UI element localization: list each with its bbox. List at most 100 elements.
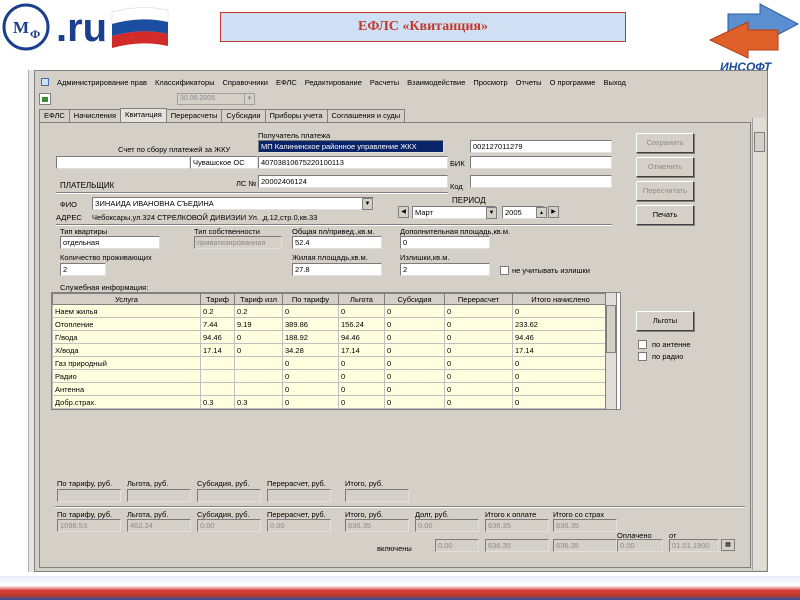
table-row[interactable]: Радио 0 0 0 0 0 <box>52 369 609 383</box>
table-cell[interactable]: 0 <box>338 395 385 409</box>
residents-field[interactable]: 2 <box>60 263 106 276</box>
column-header[interactable]: Перерасчет <box>444 293 513 305</box>
menu-item[interactable]: Редактирование <box>305 78 362 87</box>
table-cell[interactable]: 94.46 <box>338 330 385 344</box>
table-cell[interactable]: 0.3 <box>200 395 235 409</box>
table-cell[interactable]: 0 <box>384 330 445 344</box>
column-header[interactable]: По тарифу <box>282 293 339 305</box>
table-cell[interactable]: 0 <box>512 356 609 370</box>
column-header[interactable]: Итого начислено <box>512 293 609 305</box>
table-cell[interactable]: Добр.страх. <box>52 395 201 409</box>
bank-field[interactable]: Чувашское ОС <box>190 156 258 169</box>
table-cell[interactable]: 0 <box>444 369 513 383</box>
table-cell[interactable]: Газ природный <box>52 356 201 370</box>
table-row[interactable]: Газ природный 0 0 0 0 0 <box>52 356 609 370</box>
included-field[interactable]: 636.35 <box>553 539 617 552</box>
table-row[interactable]: Антенна 0 0 0 0 0 <box>52 382 609 396</box>
table-cell[interactable]: 0 <box>282 304 339 318</box>
total-area-field[interactable]: 52.4 <box>292 236 382 249</box>
totals1-field[interactable] <box>197 489 261 502</box>
chevron-down-icon[interactable]: ▼ <box>244 94 254 104</box>
table-cell[interactable]: Отопление <box>52 317 201 331</box>
prev-period-icon[interactable]: ◀ <box>398 206 409 218</box>
table-cell[interactable]: 0 <box>512 395 609 409</box>
chevron-down-icon[interactable]: ▼ <box>362 198 373 210</box>
table-cell[interactable]: 0 <box>444 382 513 396</box>
table-cell[interactable]: Х/вода <box>52 343 201 357</box>
table-cell[interactable]: 0 <box>444 356 513 370</box>
totals2-field[interactable]: 1098.53 <box>57 519 121 532</box>
table-cell[interactable]: 0 <box>512 304 609 318</box>
table-cell[interactable]: Радио <box>52 369 201 383</box>
spin-icon[interactable]: ▴ <box>536 207 547 218</box>
extra-area-field[interactable]: 0 <box>400 236 490 249</box>
table-cell[interactable]: 156.24 <box>338 317 385 331</box>
table-cell[interactable]: 0 <box>384 356 445 370</box>
window-scrollbar[interactable] <box>752 118 766 570</box>
table-cell[interactable]: 0 <box>512 369 609 383</box>
table-cell[interactable]: 188.92 <box>282 330 339 344</box>
totals2-field[interactable]: 636.35 <box>485 519 549 532</box>
table-cell[interactable] <box>234 382 283 396</box>
table-cell[interactable]: 0 <box>384 343 445 357</box>
inn-field[interactable]: 002127011279 <box>470 140 612 153</box>
table-cell[interactable]: Антенна <box>52 382 201 396</box>
column-header[interactable]: Льгота <box>338 293 385 305</box>
menu-item[interactable]: Расчеты <box>370 78 399 87</box>
table-cell[interactable]: 94.46 <box>200 330 235 344</box>
tab-subsidies[interactable]: Субсидии <box>221 109 266 122</box>
table-cell[interactable] <box>234 369 283 383</box>
fio-field[interactable]: ЗИНАИДА ИВАНОВНА СЪЕДИНА <box>92 197 374 210</box>
menu-item[interactable]: О программе <box>550 78 596 87</box>
table-cell[interactable]: 0.2 <box>234 304 283 318</box>
next-period-icon[interactable]: ▶ <box>548 206 559 218</box>
table-cell[interactable]: Наем жилья <box>52 304 201 318</box>
table-cell[interactable]: 0.3 <box>234 395 283 409</box>
table-cell[interactable]: 0 <box>384 395 445 409</box>
table-cell[interactable]: 0 <box>234 330 283 344</box>
ownership-field[interactable]: приватизированная <box>194 236 282 249</box>
scroll-thumb[interactable] <box>754 132 765 152</box>
table-cell[interactable]: 9.19 <box>234 317 283 331</box>
account-number-field[interactable]: 40703810675220100113 <box>258 156 448 169</box>
tab-recalculations[interactable]: Перерасчеты <box>165 109 223 122</box>
totals1-field[interactable] <box>267 489 331 502</box>
totals2-field[interactable]: 0.00 <box>267 519 331 532</box>
by-radio-checkbox[interactable] <box>638 352 647 361</box>
table-cell[interactable]: Г/вода <box>52 330 201 344</box>
save-button[interactable]: Сохранить <box>636 133 694 153</box>
bik-field[interactable] <box>470 156 612 169</box>
table-cell[interactable] <box>200 369 235 383</box>
table-cell[interactable]: 0 <box>282 369 339 383</box>
table-cell[interactable]: 0 <box>444 304 513 318</box>
grid-scrollbar[interactable] <box>605 292 617 410</box>
scroll-thumb[interactable] <box>606 305 616 353</box>
column-header[interactable]: Субсидия <box>384 293 445 305</box>
table-cell[interactable] <box>200 356 235 370</box>
table-cell[interactable]: 94.46 <box>512 330 609 344</box>
print-button[interactable]: Печать <box>636 205 694 225</box>
by-antenna-checkbox[interactable] <box>638 340 647 349</box>
menu-item[interactable]: Администрирование прав <box>57 78 147 87</box>
date-select[interactable]: 30.06.2005 ▼ <box>177 93 255 105</box>
ls-field[interactable]: 20002406124 <box>258 175 448 188</box>
menu-item[interactable]: Выход <box>603 78 625 87</box>
column-header[interactable]: Услуга <box>52 293 201 305</box>
table-cell[interactable]: 0.2 <box>200 304 235 318</box>
included-field[interactable]: 0.00 <box>435 539 479 552</box>
table-row[interactable]: Добр.страх. 0.3 0.3 0 0 0 0 0 <box>52 395 609 409</box>
tab-agreements[interactable]: Соглашения и суды <box>326 109 406 122</box>
ignore-surplus-checkbox[interactable] <box>500 266 509 275</box>
table-cell[interactable]: 389.86 <box>282 317 339 331</box>
tab-receipt[interactable]: Квитанция <box>120 108 167 122</box>
paid-field[interactable]: 0.00 <box>617 539 663 552</box>
table-cell[interactable]: 0 <box>338 304 385 318</box>
table-cell[interactable]: 0 <box>512 382 609 396</box>
menu-item[interactable]: Классификаторы <box>155 78 215 87</box>
table-row[interactable]: Наем жилья 0.2 0.2 0 0 0 0 0 <box>52 304 609 318</box>
table-cell[interactable]: 0 <box>384 304 445 318</box>
totals1-field[interactable] <box>127 489 191 502</box>
table-row[interactable]: Х/вода 17.14 0 34.28 17.14 0 0 17.14 <box>52 343 609 357</box>
menu-item[interactable]: Отчеты <box>516 78 542 87</box>
table-cell[interactable] <box>200 382 235 396</box>
